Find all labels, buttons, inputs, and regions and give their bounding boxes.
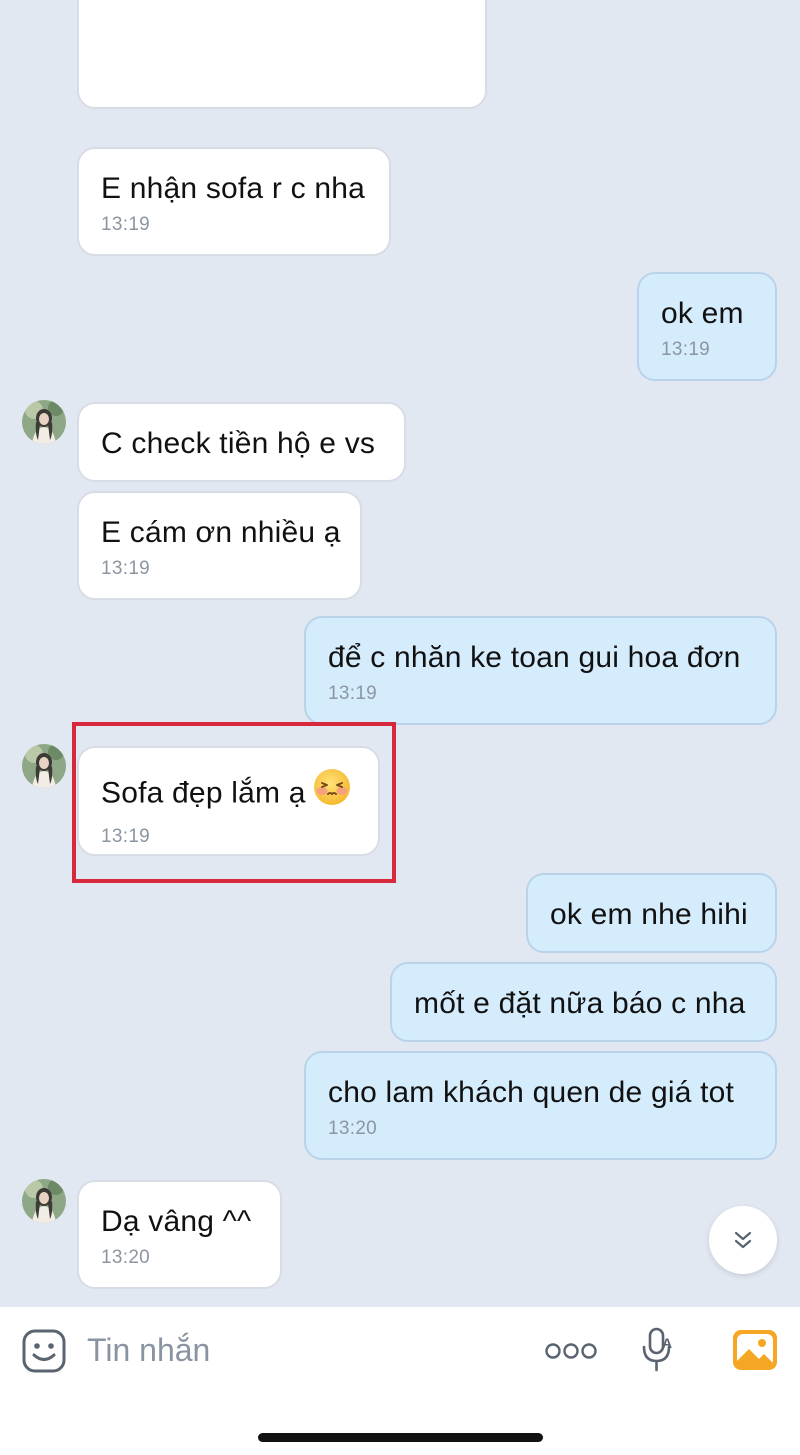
message-bubble-outgoing[interactable]: cho lam khách quen de giá tot 13:20: [304, 1051, 777, 1160]
message-text: mốt e đặt nữa báo c nha: [414, 987, 746, 1020]
message-bubble-incoming[interactable]: C check tiền hộ e vs: [77, 402, 406, 482]
message-text: ok em: [661, 297, 744, 330]
scroll-to-bottom-button[interactable]: [709, 1206, 777, 1274]
message-text: E nhận sofa r c nha: [101, 172, 365, 205]
message-timestamp: 13:19: [101, 214, 151, 235]
message-timestamp: 13:20: [328, 1118, 378, 1139]
contact-avatar[interactable]: [22, 744, 66, 788]
message-bubble-outgoing[interactable]: ok em 13:19: [637, 272, 777, 381]
message-input[interactable]: Tin nhắn: [87, 1332, 210, 1368]
contact-avatar[interactable]: [22, 400, 66, 444]
message-bubble-partial[interactable]: [77, 0, 487, 109]
message-bubble-incoming[interactable]: Dạ vâng ^^ 13:20: [77, 1180, 282, 1289]
highlight-annotation-box: [72, 722, 396, 883]
gallery-image-icon[interactable]: [732, 1329, 778, 1376]
message-timestamp: 13:19: [661, 339, 711, 360]
message-timestamp: 13:19: [328, 683, 378, 704]
avatar-image: [22, 744, 66, 788]
message-input-bar: Tin nhắn A: [0, 1307, 800, 1455]
message-text: ok em nhe hihi: [550, 898, 748, 931]
more-dots-icon[interactable]: [545, 1341, 597, 1366]
sticker-face-icon[interactable]: [21, 1328, 67, 1379]
avatar-image: [22, 1179, 66, 1223]
message-text: C check tiền hộ e vs: [101, 427, 376, 460]
message-text: để c nhăn ke toan gui hoa đơn: [328, 641, 741, 674]
message-timestamp: 13:19: [101, 558, 151, 579]
double-chevron-down-icon: [734, 1231, 752, 1249]
message-bubble-incoming[interactable]: E nhận sofa r c nha 13:19: [77, 147, 391, 256]
home-indicator: [258, 1433, 543, 1442]
contact-avatar[interactable]: [22, 1179, 66, 1223]
message-bubble-outgoing[interactable]: ok em nhe hihi: [526, 873, 777, 953]
message-text: cho lam khách quen de giá tot: [328, 1076, 735, 1109]
message-timestamp: 13:20: [101, 1247, 151, 1268]
message-text: Dạ vâng ^^: [101, 1205, 252, 1238]
svg-text:A: A: [662, 1335, 672, 1351]
avatar-image: [22, 400, 66, 444]
message-bubble-outgoing[interactable]: mốt e đặt nữa báo c nha: [390, 962, 777, 1042]
message-text: E cám ơn nhiều ạ: [101, 516, 341, 549]
message-bubble-outgoing[interactable]: để c nhăn ke toan gui hoa đơn 13:19: [304, 616, 777, 725]
chat-history[interactable]: E nhận sofa r c nha 13:19 ok em 13:19 C …: [0, 0, 800, 1307]
message-bubble-incoming[interactable]: E cám ơn nhiều ạ 13:19: [77, 491, 362, 600]
voice-to-text-mic-icon[interactable]: A: [640, 1327, 680, 1378]
